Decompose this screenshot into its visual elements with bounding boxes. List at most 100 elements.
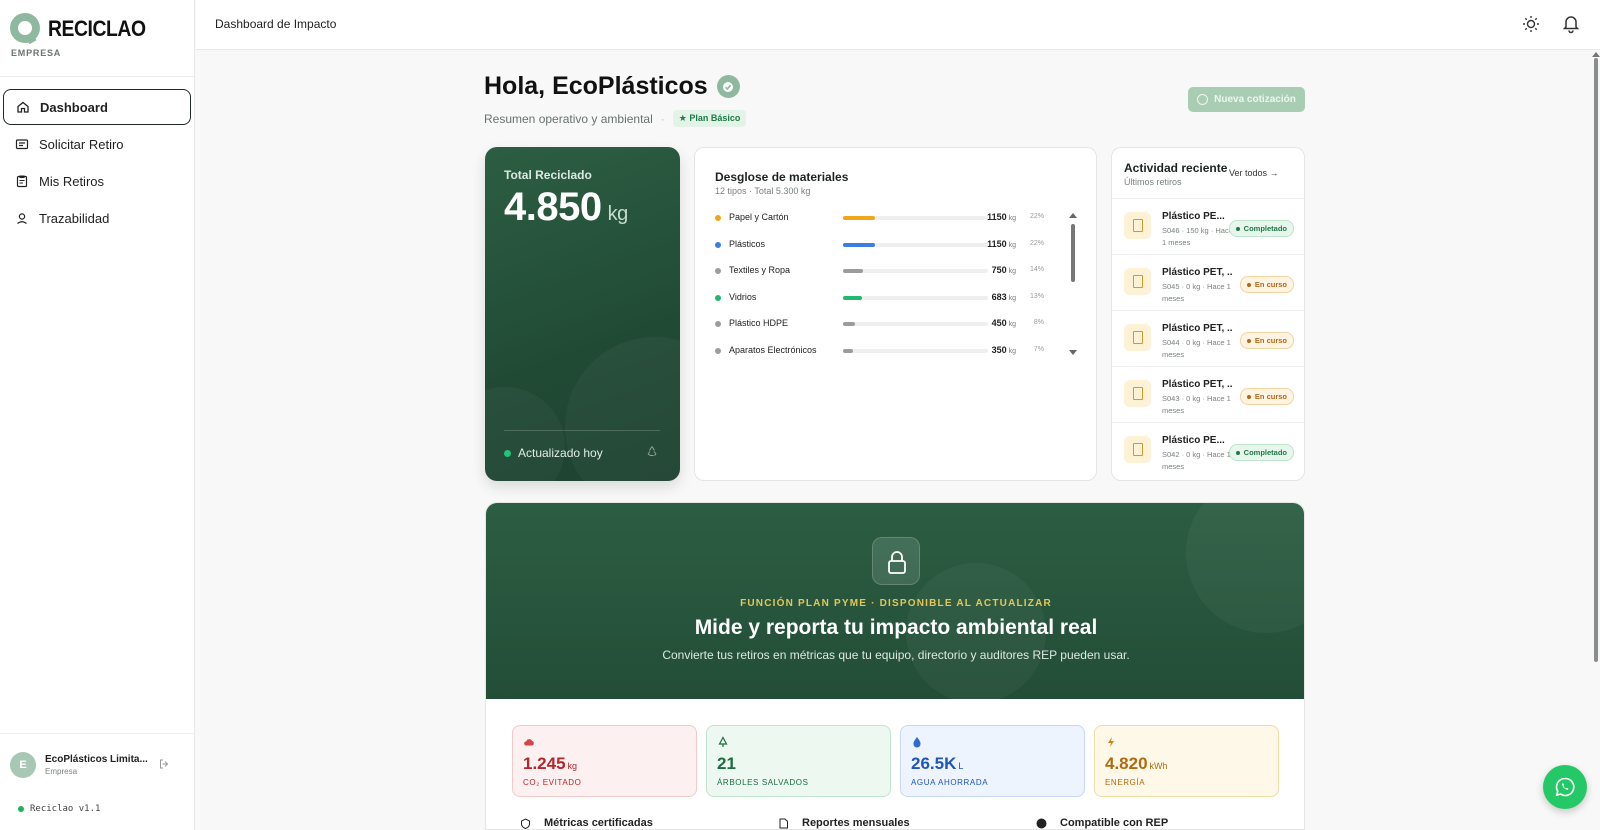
sidebar-item-solicitar-retiro[interactable]: Solicitar Retiro [3,126,191,162]
document-icon [1124,324,1151,351]
metric-unit: kg [567,761,578,771]
view-all-link[interactable]: Ver todos → [1229,168,1279,178]
impact-upsell-section: FUNCIÓN PLAN PYME · DISPONIBLE AL ACTUAL… [485,502,1305,830]
materials-scrollbar[interactable] [1071,224,1075,282]
plus-circle-icon [1197,94,1209,105]
upsell-description: Convierte tus retiros en métricas que tu… [662,648,1130,662]
activity-name: Plástico PET, ... [1162,267,1232,278]
document-icon [1124,436,1151,463]
metric-number: 4.820 [1105,754,1148,773]
new-quote-button[interactable]: Nueva cotización [1188,87,1305,112]
material-unit: kg [1008,321,1016,328]
material-name: Aparatos Electrónicos [729,344,817,355]
feature-certified-metrics: Métricas certificadas [520,817,653,829]
sidebar-item-trazabilidad[interactable]: Trazabilidad [3,200,191,236]
material-color-dot [715,215,721,221]
material-amount: 1150 [987,238,1007,249]
sidebar-item-dashboard[interactable]: Dashboard [3,89,191,125]
version-text: Reciclao v1.1 [30,804,101,814]
activity-item[interactable]: Plástico PET, ... S044 · 0 kg · Hace 1 me… [1112,310,1304,366]
page-scroll-up-arrow[interactable] [1592,52,1600,57]
metric-value: 21 [717,754,738,774]
activity-subtitle: Últimos retiros [1124,177,1182,187]
request-icon [15,139,29,150]
new-quote-label: Nueva cotización [1214,94,1296,105]
metric-number: 21 [717,754,736,773]
material-value: 350 kg [992,345,1016,355]
material-progress-fill [843,295,862,300]
upsell-headline: Mide y reporta tu impacto ambiental real [694,616,1098,639]
status-text: En curso [1254,280,1287,289]
sidebar-nav: Dashboard Solicitar Retiro Mis Retiros T… [0,77,194,249]
activity-item[interactable]: Plástico PET, ... S043 · 0 kg · Hace 1 me… [1112,366,1304,422]
activity-meta: S044 · 0 kg · Hace 1 meses [1162,338,1231,359]
bell-icon[interactable] [1560,12,1582,34]
material-progress-track [843,269,988,273]
material-row: Textiles y Ropa 750 kg 14% [715,264,1060,278]
activity-name: Plástico PE... [1162,211,1225,222]
metric-label: ENERGÍA [1105,778,1146,787]
plan-badge: ★ Plan Básico [672,110,747,127]
material-color-dot [715,294,721,301]
cloud-icon [524,739,534,746]
clipboard-icon [16,175,28,188]
status-text: Completado [1243,448,1287,457]
material-progress-fill [843,269,864,273]
activity-name: Plástico PE... [1162,435,1225,446]
logout-icon[interactable] [158,758,170,770]
recycle-icon [647,446,657,456]
material-value: 1150 kg [987,212,1016,222]
avatar[interactable]: E [10,752,36,778]
material-progress-fill [843,322,855,326]
version-label: Reciclao v1.1 [18,804,100,814]
materials-breakdown-card: Desglose de materiales 12 tipos · Total … [694,147,1097,481]
material-progress-track [843,322,988,326]
material-progress-fill [843,216,875,220]
activity-item[interactable]: Plástico PE... S042 · 0 kg · Hace 1 meses… [1112,422,1304,478]
document-icon [1124,212,1151,239]
material-progress-fill [843,242,875,247]
metric-value: 4.820 kWh [1105,754,1168,774]
status-dot [1235,450,1240,455]
total-number: 4.850 [504,185,602,229]
activity-item[interactable]: Plástico PE... S046 · 150 kg · Hace 1 mes… [1112,198,1304,254]
status-dot [1246,282,1251,287]
scroll-down-arrow[interactable] [1069,350,1077,355]
material-progress-track [843,295,988,300]
total-unit: kg [607,203,629,225]
metric-label: ÁRBOLES SALVADOS [717,778,809,787]
material-amount: 750 [991,265,1007,275]
theme-toggle-icon[interactable] [1521,14,1541,34]
shield-icon [521,817,530,829]
activity-meta: S043 · 0 kg · Hace 1 meses [1162,394,1231,415]
metric-energy: 4.820 kWh ENERGÍA [1094,725,1279,797]
metric-trees: 21 ÁRBOLES SALVADOS [706,725,891,797]
activity-item[interactable]: Plástico PET, ... S045 · 0 kg · Hace 1 me… [1112,254,1304,310]
total-recycled-card: Total Reciclado 4.850 kg Actualizado hoy [485,147,680,481]
material-percent: 22% [1029,213,1044,220]
home-icon [17,101,29,113]
feature-label: Reportes mensuales [802,817,910,829]
material-name: Plásticos [729,238,766,249]
upsell-kicker: FUNCIÓN PLAN PYME · DISPONIBLE AL ACTUAL… [740,598,1052,609]
material-unit: kg [1008,215,1016,222]
page-subtitle: Resumen operativo y ambiental · ★ Plan B… [484,110,747,127]
location-icon [17,213,27,224]
sidebar-item-mis-retiros[interactable]: Mis Retiros [3,163,191,199]
material-row: Papel y Cartón 1150 kg 22% [715,211,1060,225]
page-scrollbar[interactable] [1594,58,1598,662]
material-progress-track [843,348,988,353]
material-progress-fill [843,348,854,353]
upsell-hero: FUNCIÓN PLAN PYME · DISPONIBLE AL ACTUAL… [486,503,1304,703]
status-dot [18,806,24,812]
sidebar-item-label: Trazabilidad [39,210,110,226]
activity-meta: S045 · 0 kg · Hace 1 meses [1162,282,1231,303]
status-dot [1246,338,1251,343]
status-text: En curso [1254,392,1287,401]
brand: RECICLAO EMPRESA [0,0,194,77]
topbar: Dashboard de Impacto [196,0,1600,50]
material-color-dot [715,268,721,274]
whatsapp-button[interactable] [1543,765,1587,809]
scroll-up-arrow[interactable] [1069,213,1077,218]
tree-icon [718,736,728,747]
